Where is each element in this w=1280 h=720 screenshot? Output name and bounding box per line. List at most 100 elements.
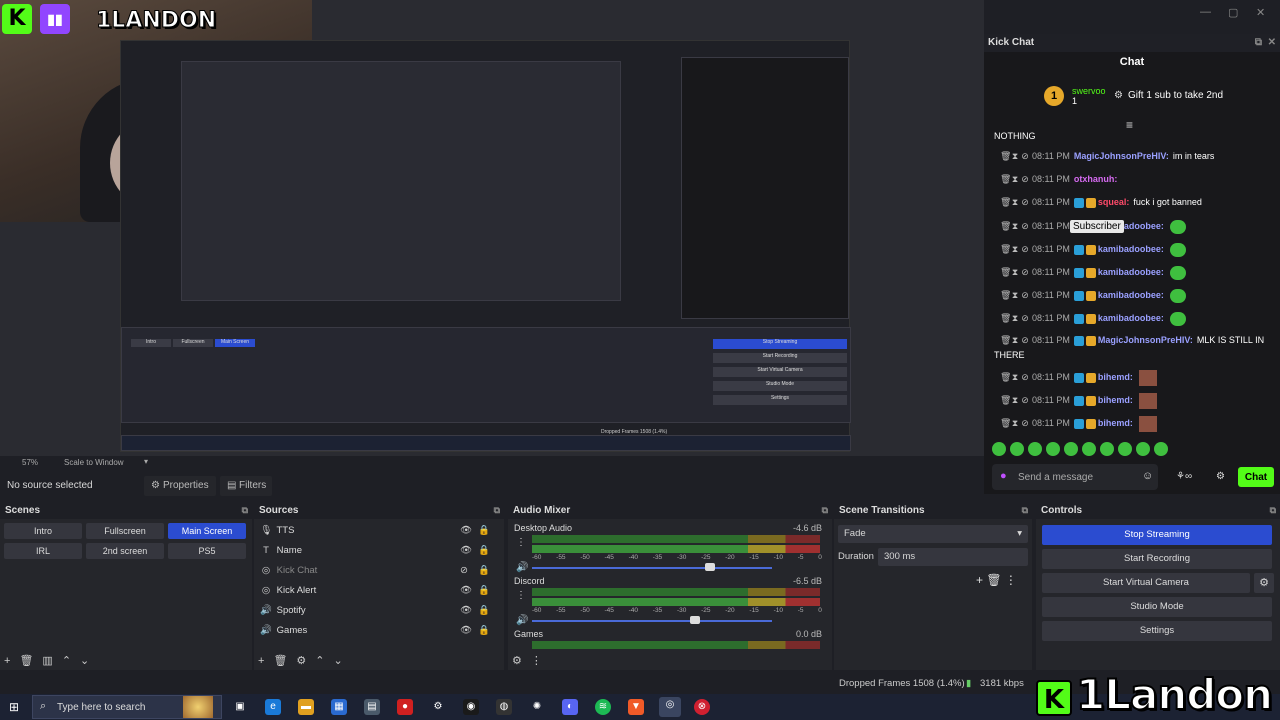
taskbar-search[interactable]: ⌕: [32, 695, 222, 719]
message-user[interactable]: kamibadoobee:: [1098, 267, 1164, 277]
discord-icon[interactable]: ◐: [562, 699, 578, 715]
source-kick-alert[interactable]: ◎ Kick Alert 👁 🔒: [258, 582, 490, 600]
taskbar-search-input[interactable]: [57, 699, 177, 715]
scene-main-screen[interactable]: Main Screen: [168, 523, 246, 539]
more-icon[interactable]: ⋮: [516, 590, 526, 601]
volume-knob[interactable]: [704, 563, 715, 571]
edge-icon[interactable]: e: [265, 699, 281, 715]
message-user[interactable]: kamibadoobee:: [1098, 244, 1164, 254]
trash-icon[interactable]: 🗑: [1000, 395, 1011, 406]
ban-icon[interactable]: ⊘: [1020, 418, 1030, 429]
start-virtual-camera-button[interactable]: Start Virtual Camera: [1042, 573, 1250, 593]
task-view-icon[interactable]: ▣: [232, 699, 248, 715]
trash-icon[interactable]: 🗑: [1000, 197, 1011, 208]
scene-irl[interactable]: IRL: [4, 543, 82, 559]
trash-icon[interactable]: 🗑: [1000, 290, 1011, 301]
gear-icon[interactable]: ⚙: [296, 655, 306, 667]
community-icon[interactable]: ⚘∞: [1176, 471, 1192, 482]
trash-icon[interactable]: 🗑: [1000, 151, 1011, 162]
message-user[interactable]: squeal:: [1098, 197, 1130, 207]
trash-icon[interactable]: 🗑: [273, 655, 287, 667]
speaker-icon[interactable]: 🔊: [516, 562, 528, 573]
dock-close-icon[interactable]: ✕: [1268, 37, 1276, 48]
dock-popout-icon[interactable]: ⧉: [1255, 37, 1262, 48]
brave-icon[interactable]: ▼: [628, 699, 644, 715]
ban-icon[interactable]: ⊘: [1020, 372, 1030, 383]
ban-icon[interactable]: ⊘: [1020, 151, 1030, 162]
app-circle-icon[interactable]: ⊗: [694, 699, 710, 715]
trash-icon[interactable]: 🗑: [1000, 313, 1011, 324]
message-user[interactable]: bihemd:: [1098, 418, 1133, 428]
source-tts[interactable]: 🎙 TTS 👁 🔒: [258, 522, 490, 540]
obs-icon[interactable]: ◉: [463, 699, 479, 715]
add-icon[interactable]: +: [258, 655, 264, 667]
trash-icon[interactable]: 🗑: [1000, 418, 1011, 429]
ban-icon[interactable]: ⊘: [1020, 335, 1030, 346]
transition-select[interactable]: Fade ▾: [838, 525, 1028, 543]
source-games[interactable]: 🔊 Games 👁 🔒: [258, 622, 490, 640]
stop-streaming-button[interactable]: Stop Streaming: [1042, 525, 1272, 545]
more-icon[interactable]: ⋮: [531, 655, 542, 667]
trash-icon[interactable]: 🗑: [1000, 244, 1011, 255]
hourglass-icon[interactable]: ⧗: [1010, 395, 1020, 406]
source-kick-chat[interactable]: ◎ Kick Chat ⊘ 🔒: [258, 562, 490, 580]
collapse-pinned-icon[interactable]: ≡: [1126, 118, 1133, 132]
emote-bar[interactable]: [992, 442, 1172, 458]
scale-mode[interactable]: Scale to Window: [64, 458, 124, 467]
hourglass-icon[interactable]: ⧗: [1010, 197, 1020, 208]
send-message-input[interactable]: [1018, 464, 1138, 490]
message-user[interactable]: kamibadoobee:: [1098, 313, 1164, 323]
hourglass-icon[interactable]: ⧗: [1010, 372, 1020, 383]
more-icon[interactable]: ⋮: [516, 537, 526, 548]
volume-slider[interactable]: [532, 563, 772, 571]
chevron-up-icon[interactable]: ⌃: [62, 655, 71, 667]
trash-icon[interactable]: 🗑: [19, 655, 33, 667]
maximize-icon[interactable]: ▢: [1228, 6, 1238, 19]
ban-icon[interactable]: ⊘: [1020, 244, 1030, 255]
source-spotify[interactable]: 🔊 Spotify 👁 🔒: [258, 602, 490, 620]
hourglass-icon[interactable]: ⧗: [1010, 313, 1020, 324]
message-user[interactable]: MagicJohnsonPreHIV:: [1074, 151, 1169, 161]
studio-mode-button[interactable]: Studio Mode: [1042, 597, 1272, 617]
ban-icon[interactable]: ⊘: [1020, 221, 1030, 232]
chevron-down-icon[interactable]: ⌄: [334, 655, 343, 667]
chevron-down-icon[interactable]: ⌄: [80, 655, 89, 667]
scene-ps5[interactable]: PS5: [168, 543, 246, 559]
zoom-level[interactable]: 57%: [22, 458, 38, 467]
send-message-box[interactable]: ● ☺: [992, 464, 1158, 490]
trash-icon[interactable]: 🗑: [1000, 267, 1011, 278]
start-recording-button[interactable]: Start Recording: [1042, 549, 1272, 569]
app-red-icon[interactable]: ●: [397, 699, 413, 715]
app-dark-icon[interactable]: ◍: [496, 699, 512, 715]
scene-intro[interactable]: Intro: [4, 523, 82, 539]
virtual-camera-gear-icon[interactable]: ⚙: [1254, 573, 1274, 593]
hourglass-icon[interactable]: ⧗: [1010, 221, 1020, 232]
hourglass-icon[interactable]: ⧗: [1010, 267, 1020, 278]
ban-icon[interactable]: ⊘: [1020, 267, 1030, 278]
hourglass-icon[interactable]: ⧗: [1010, 151, 1020, 162]
hourglass-icon[interactable]: ⧗: [1010, 290, 1020, 301]
volume-slider[interactable]: [532, 616, 772, 624]
calculator-icon[interactable]: ▤: [364, 699, 380, 715]
message-user[interactable]: kamibadoobee:: [1098, 290, 1164, 300]
trash-icon[interactable]: 🗑: [1000, 372, 1011, 383]
ban-icon[interactable]: ⊘: [1020, 174, 1030, 185]
minimize-icon[interactable]: —: [1200, 6, 1211, 18]
ban-icon[interactable]: ⊘: [1020, 197, 1030, 208]
store-icon[interactable]: ▦: [331, 699, 347, 715]
ban-icon[interactable]: ⊘: [1020, 395, 1030, 406]
scene-2nd-screen[interactable]: 2nd screen: [86, 543, 164, 559]
settings-gear-icon[interactable]: ⚙: [430, 699, 446, 715]
ban-icon[interactable]: ⊘: [1020, 290, 1030, 301]
add-icon[interactable]: +: [4, 655, 10, 667]
chrome-icon[interactable]: ◎: [659, 697, 681, 717]
hourglass-icon[interactable]: ⧗: [1010, 244, 1020, 255]
transition-add-icon[interactable]: + 🗑 ⋮: [976, 573, 1017, 587]
spotify-icon[interactable]: ≋: [595, 699, 611, 715]
chevron-up-icon[interactable]: ⌃: [315, 655, 324, 667]
volume-knob[interactable]: [690, 616, 701, 624]
obs-preview[interactable]: K ▮▮ 1LANDON Intro Fullscreen Main Scree…: [0, 0, 984, 456]
chevron-down-icon[interactable]: ▾: [144, 457, 148, 466]
message-user[interactable]: otxhanuh:: [1074, 174, 1118, 184]
settings-button[interactable]: Settings: [1042, 621, 1272, 641]
